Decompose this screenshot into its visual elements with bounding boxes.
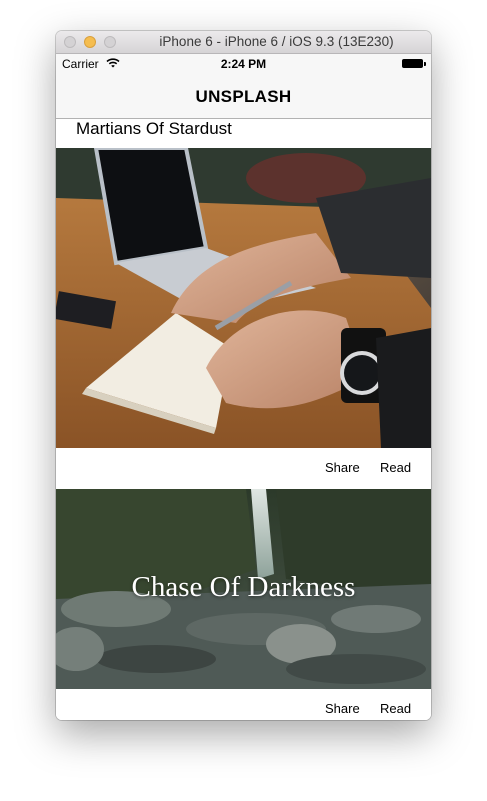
share-button[interactable]: Share xyxy=(325,460,360,475)
cell-title-overlay: Chase Of Darkness xyxy=(131,571,356,603)
simulator-window: iPhone 6 - iPhone 6 / iOS 9.3 (13E230) C… xyxy=(56,31,431,720)
status-bar: Carrier 2:24 PM xyxy=(56,54,431,74)
cell-actions: Share Read xyxy=(56,689,431,720)
read-button[interactable]: Read xyxy=(380,460,411,475)
share-button[interactable]: Share xyxy=(325,701,360,716)
window-titlebar: iPhone 6 - iPhone 6 / iOS 9.3 (13E230) xyxy=(56,31,431,54)
article-photo[interactable] xyxy=(56,148,431,448)
feed-list[interactable]: Martians Of Stardust Share Read Chase Of… xyxy=(56,119,431,720)
cell-title: Martians Of Stardust xyxy=(76,119,232,138)
read-button[interactable]: Read xyxy=(380,701,411,716)
minimize-button[interactable] xyxy=(84,36,96,48)
close-button[interactable] xyxy=(64,36,76,48)
article-photo[interactable]: Chase Of Darkness xyxy=(56,489,431,689)
battery-icon xyxy=(402,59,426,68)
window-title: iPhone 6 - iPhone 6 / iOS 9.3 (13E230) xyxy=(159,34,394,49)
cell-actions: Share Read xyxy=(56,448,431,489)
navigation-bar: UNSPLASH xyxy=(56,74,431,119)
nav-title: UNSPLASH xyxy=(195,87,292,106)
status-time: 2:24 PM xyxy=(220,57,267,71)
zoom-button[interactable] xyxy=(104,36,116,48)
